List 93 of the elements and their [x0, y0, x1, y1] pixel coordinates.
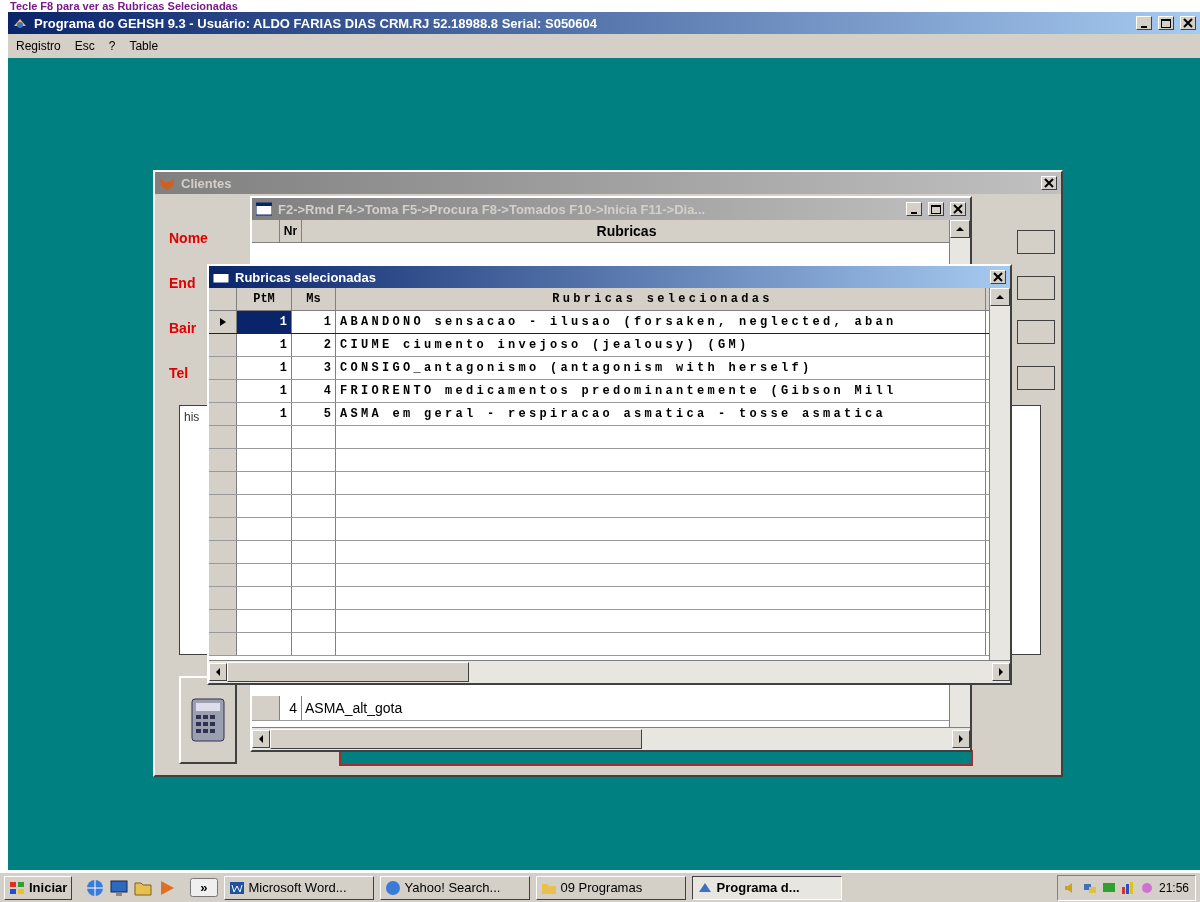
taskbar-button[interactable]: Microsoft Word... — [223, 875, 374, 900]
menu-item[interactable]: Table — [129, 39, 159, 53]
up-arrow-icon — [956, 225, 964, 233]
menu-item[interactable]: Registro — [16, 39, 61, 53]
desktop-icon[interactable] — [110, 878, 129, 897]
windows-logo-icon — [9, 880, 25, 895]
page-heading: Tecle F8 para ver as Rubricas Selecionadas — [9, 0, 239, 12]
clock: 21:56 — [1158, 880, 1189, 895]
taskbar-button[interactable]: Programa d... — [691, 875, 842, 900]
minimize-button[interactable] — [906, 202, 922, 216]
fox-icon — [159, 176, 175, 190]
close-icon — [991, 271, 1005, 283]
close-button[interactable] — [950, 202, 966, 216]
row-header-cell[interactable] — [209, 633, 237, 655]
left-arrow-icon — [257, 735, 265, 743]
column-header: Rubricas selecionadas — [336, 288, 986, 310]
start-button[interactable]: Iniciar — [4, 875, 73, 900]
horizontal-scrollbar[interactable] — [209, 660, 1010, 683]
window-title: Clientes — [181, 175, 233, 191]
close-button[interactable] — [1180, 16, 1196, 30]
row-header-cell[interactable] — [209, 357, 237, 379]
minimize-icon — [1141, 26, 1147, 28]
text-field[interactable] — [1017, 366, 1055, 390]
field-label: Nome — [169, 230, 208, 248]
maximize-button[interactable] — [1158, 16, 1174, 30]
table-cell: 5 — [292, 403, 336, 425]
right-arrow-icon — [957, 735, 965, 743]
table-cell: FRIORENTO medicamentos predominantemente (Gibson Mill — [336, 380, 986, 402]
window-title: Rubricas selecionadas — [235, 269, 377, 285]
horizontal-scrollbar[interactable] — [252, 727, 970, 750]
table-cell: 4 — [280, 696, 302, 720]
row-header-cell[interactable] — [209, 380, 237, 402]
row-header-cell[interactable] — [209, 334, 237, 356]
minimize-button[interactable] — [1136, 16, 1152, 30]
table-cell: 1 — [237, 380, 292, 402]
column-header: PtM — [237, 288, 292, 310]
text-field[interactable] — [1017, 230, 1055, 254]
up-arrow-icon — [996, 293, 1004, 301]
vertical-scrollbar[interactable] — [989, 288, 1010, 660]
table-cell: 2 — [292, 334, 336, 356]
row-header-cell[interactable] — [209, 610, 237, 632]
close-button[interactable] — [990, 270, 1006, 284]
more-button[interactable]: » — [190, 878, 218, 897]
row-header-cell[interactable] — [209, 426, 237, 448]
column-header: Ms — [292, 288, 336, 310]
close-icon — [1181, 17, 1195, 29]
maximize-icon — [929, 203, 943, 215]
table-cell: 1 — [237, 357, 292, 379]
left-arrow-icon — [214, 668, 222, 676]
minimize-icon — [911, 212, 917, 214]
chart-icon[interactable] — [1120, 880, 1135, 895]
row-header-cell[interactable] — [209, 449, 237, 471]
field-label: End — [169, 275, 197, 293]
row-header-cell[interactable] — [209, 311, 237, 333]
table-cell: ABANDONO sensacao - ilusao (forsaken, neglected, aban — [336, 311, 986, 333]
window-title: Programa do GEHSH 9.3 - Usuário: ALDO FARIAS DIAS CRM.RJ 52.18988.8 Serial: S050604 — [34, 15, 599, 31]
menu-item[interactable]: ? — [108, 39, 116, 53]
row-pointer-icon — [219, 318, 226, 326]
close-icon — [951, 203, 965, 215]
table-cell: 1 — [237, 334, 292, 356]
row-header-cell[interactable] — [209, 541, 237, 563]
field-label: Bair — [169, 320, 198, 338]
table-cell: 4 — [292, 380, 336, 402]
text-field[interactable] — [1017, 320, 1055, 344]
table-cell: 3 — [292, 357, 336, 379]
table-cell: ASMA em geral - respiracao asmatica - tosse asmatica — [336, 403, 986, 425]
table-cell: 1 — [237, 403, 292, 425]
menu-item[interactable]: Esc — [74, 39, 95, 53]
text-field[interactable] — [1017, 276, 1055, 300]
field-label: Tel — [169, 365, 190, 383]
calculator-button[interactable] — [179, 676, 237, 764]
maximize-button[interactable] — [928, 202, 944, 216]
table-cell: 1 — [237, 311, 292, 333]
calculator-icon — [191, 698, 225, 742]
taskbar-button[interactable]: 09 Programas — [535, 875, 686, 900]
row-header-cell[interactable] — [209, 518, 237, 540]
row-header-cell[interactable] — [209, 403, 237, 425]
right-arrow-icon — [997, 668, 1005, 676]
table-cell: CIUME ciumento invejoso (jealousy) (GM) — [336, 334, 986, 356]
column-header: Nr — [280, 220, 302, 242]
window-icon — [213, 270, 229, 284]
row-header-cell[interactable] — [209, 495, 237, 517]
row-header-cell[interactable] — [209, 587, 237, 609]
close-icon — [1042, 177, 1056, 189]
document-icon — [228, 879, 245, 896]
close-button[interactable] — [1041, 176, 1057, 190]
maximize-icon — [1159, 17, 1173, 29]
taskbar-button[interactable]: Yahoo! Search... — [379, 875, 530, 900]
row-header-cell[interactable] — [209, 472, 237, 494]
table-cell: CONSIGO_antagonismo (antagonism with herself) — [336, 357, 986, 379]
row-header-cell[interactable] — [209, 564, 237, 586]
window-icon — [256, 202, 272, 216]
table-cell: 1 — [292, 311, 336, 333]
